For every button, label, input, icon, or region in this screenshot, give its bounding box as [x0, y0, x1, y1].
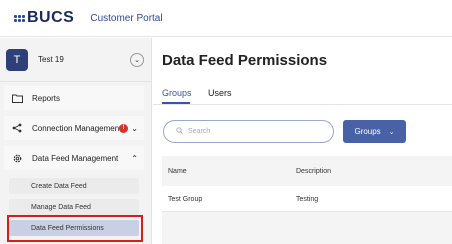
sidebar-item-data-feed-management[interactable]: Data Feed Management ⌃ — [4, 146, 144, 170]
folder-icon — [10, 94, 24, 103]
cell-description: Testing — [296, 196, 319, 203]
user-name: Test 19 — [38, 55, 64, 64]
share-icon — [10, 123, 24, 133]
chevron-down-icon: ⌄ — [388, 128, 395, 136]
logo-text: BUCS — [27, 9, 75, 26]
main-content: Data Feed Permissions Groups Users Searc… — [153, 38, 452, 244]
avatar: T — [6, 48, 28, 71]
logo-dots-icon — [14, 14, 25, 22]
selection-highlight — [7, 215, 143, 242]
groups-button-label: Groups — [354, 127, 381, 136]
search-placeholder: Search — [188, 128, 211, 135]
sidebar-item-connection-management[interactable]: Connection Management ! ⌄ — [4, 116, 144, 140]
cell-name: Test Group — [168, 196, 203, 203]
portal-title: Customer Portal — [90, 12, 163, 24]
tab-users[interactable]: Users — [208, 88, 232, 98]
user-switcher[interactable]: T Test 19 ⌄ — [0, 38, 152, 82]
table-row[interactable]: Test Group Testing — [162, 186, 452, 212]
tab-groups[interactable]: Groups — [162, 88, 192, 98]
subitem-create-data-feed[interactable]: Create Data Feed — [9, 178, 139, 194]
sidebar-item-label: Reports — [32, 93, 61, 103]
sidebar-item-label: Connection Management — [32, 123, 122, 133]
tabs-divider — [153, 104, 452, 105]
sidebar-item-label: Data Feed Management — [32, 153, 119, 163]
groups-dropdown-button[interactable]: Groups ⌄ — [343, 120, 406, 143]
alert-icon: ! — [119, 123, 128, 133]
chevron-up-icon[interactable]: ⌃ — [131, 154, 138, 163]
page-title: Data Feed Permissions — [162, 52, 328, 69]
sidebar-item-reports[interactable]: Reports — [4, 86, 144, 110]
top-header: BUCS Customer Portal — [0, 0, 452, 37]
column-header-name[interactable]: Name — [168, 168, 187, 175]
chevron-down-icon[interactable]: ⌄ — [131, 124, 138, 133]
column-header-description[interactable]: Description — [296, 168, 331, 175]
gear-icon — [10, 153, 24, 164]
groups-table: Name Description Test Group Testing — [162, 156, 452, 244]
search-input[interactable]: Search — [163, 120, 334, 143]
bucs-logo[interactable]: BUCS — [14, 9, 74, 27]
chevron-down-icon[interactable]: ⌄ — [130, 53, 144, 67]
subitem-manage-data-feed[interactable]: Manage Data Feed — [9, 199, 139, 215]
sidebar: T Test 19 ⌄ Reports Connection Managemen… — [0, 38, 152, 244]
search-icon — [176, 127, 183, 136]
